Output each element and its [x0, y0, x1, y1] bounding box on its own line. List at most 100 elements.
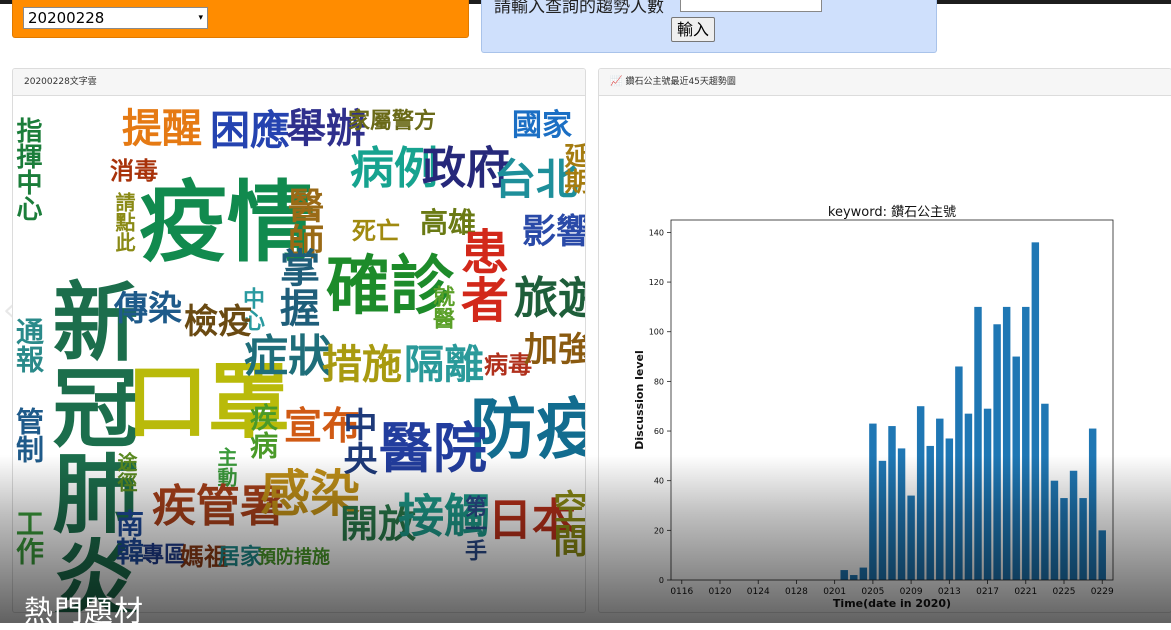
wordcloud-word: 患者: [452, 227, 508, 323]
wordcloud-word: 就醫: [429, 285, 454, 329]
hot-topics-title: 熱門題材: [24, 594, 145, 628]
trend-card: 📈 鑽石公主號最近45天趨勢圖 keyword: 鑽石公主號 0 20 40 60 80 10…: [598, 68, 1171, 613]
chart-bar: [1069, 470, 1078, 580]
keyword-panel: 請輸入查詢的趨勢人數 輸入: [481, 0, 937, 53]
wordcloud-word: 指揮中心: [14, 117, 42, 221]
trend-card-header: 📈 鑽石公主號最近45天趨勢圖: [599, 69, 1171, 96]
y-tick-label: 120: [649, 278, 664, 287]
y-tick-label: 140: [649, 228, 664, 237]
x-tick-label: 0229: [1091, 587, 1114, 597]
wordcloud-word: 傳染: [114, 289, 182, 329]
x-tick-label: 0205: [861, 587, 884, 597]
y-tick-label: 60: [654, 427, 664, 436]
wordcloud-word: 疾病: [246, 403, 279, 459]
chart-bar: [945, 438, 954, 580]
chart-bar: [850, 575, 858, 580]
wordcloud-word: 居家: [218, 545, 263, 570]
date-select-value: 20200228: [28, 9, 105, 27]
chart-bar: [869, 423, 877, 580]
wordcloud-word: 國家: [512, 108, 572, 143]
date-panel: 20200228 ▾: [12, 0, 469, 38]
chart-bar: [1098, 530, 1106, 580]
chart-bar: [1079, 498, 1087, 580]
chart-bar: [1060, 498, 1068, 580]
x-tick-label: 0128: [785, 587, 808, 597]
x-tick-label: 0225: [1053, 587, 1076, 597]
y-tick-label: 80: [654, 377, 664, 386]
trend-card-title: 鑽石公主號最近45天趨勢圖: [625, 77, 736, 87]
wordcloud-word: 困應: [210, 108, 290, 154]
chart-bar: [1050, 480, 1059, 580]
wordcloud-word: 南韓: [112, 509, 145, 565]
wordcloud-word: 第一手: [461, 495, 486, 561]
chart-bar: [964, 413, 973, 580]
chart-bar: [955, 366, 963, 580]
wordcloud-word: 管制: [14, 407, 45, 463]
wordcloud-word: 症狀: [244, 331, 332, 382]
chart-bar: [993, 324, 1001, 580]
chart-bar: [878, 460, 887, 580]
wordcloud-word: 請點此: [112, 192, 136, 252]
wordcloud-word: 死亡: [352, 217, 400, 245]
wordcloud-word: 預防措施: [258, 547, 330, 568]
chart-bar: [897, 448, 906, 580]
chart-bar: [840, 570, 848, 580]
wordcloud-word: 影響: [522, 212, 586, 252]
wordcloud-word: 提醒: [122, 107, 202, 152]
wordcloud-word: 防疫: [470, 391, 585, 468]
x-tick-label: 0217: [976, 587, 999, 597]
wordcloud-word: 檢疫: [184, 302, 252, 342]
wordcloud-word: 工作: [14, 509, 45, 565]
chart-bar: [974, 306, 982, 580]
chart-bar: [1041, 403, 1049, 580]
y-tick-label: 40: [654, 477, 664, 486]
wordcloud-word: 空間: [547, 489, 586, 557]
chart-bar: [916, 406, 925, 580]
chart-bar: [1012, 356, 1020, 580]
submit-button[interactable]: 輸入: [671, 17, 715, 42]
y-tick-label: 0: [659, 576, 664, 585]
date-select[interactable]: 20200228 ▾: [23, 7, 208, 29]
x-tick-label: 0221: [1014, 587, 1037, 597]
trend-chart: keyword: 鑽石公主號 0 20 40 60 80 100 120 140 0116 0120…: [633, 204, 1114, 610]
wordcloud-word: 旅遊: [514, 273, 585, 324]
y-tick-label: 100: [649, 328, 664, 337]
wordcloud-word: 措施: [322, 342, 402, 388]
y-tick-label: 20: [654, 526, 664, 535]
chart-bar: [1031, 242, 1040, 580]
wordcloud-word: 延期: [560, 142, 586, 194]
wordcloud: 新冠肺炎疫情口罩確診防疫醫院病例政府台北提醒困應舉辦家屬警方國家延期指揮中心消毒…: [14, 107, 586, 612]
x-tick-label: 0116: [670, 587, 693, 597]
chart-bar: [936, 418, 944, 580]
y-axis-label: Discussion level: [633, 350, 646, 450]
chart-bar: [926, 445, 934, 580]
wordcloud-word: 掌握: [273, 247, 319, 327]
wordcloud-word: 消毒: [110, 157, 158, 185]
x-tick-label: 0213: [938, 587, 961, 597]
previous-arrow-icon[interactable]: ‹: [3, 296, 15, 326]
x-axis-label: Time(date in 2020): [833, 597, 951, 610]
x-tick-label: 0124: [747, 587, 770, 597]
chart-bar: [983, 408, 992, 580]
wordcloud-word: 隔離: [404, 342, 484, 388]
chart-bar: [859, 567, 868, 580]
wordcloud-card: 20200228文字雲 新冠肺炎疫情口罩確診防疫醫院病例政府台北提醒困應舉辦家屬…: [12, 68, 586, 613]
chart-bar: [1022, 306, 1030, 580]
x-tick-label: 0201: [823, 587, 846, 597]
chart-bar: [907, 495, 915, 580]
x-tick-label: 0209: [900, 587, 923, 597]
wordcloud-word: 途徑: [114, 452, 138, 492]
keyword-prompt: 請輸入查詢的趨勢人數: [494, 0, 664, 17]
chart-title: keyword: 鑽石公主號: [828, 204, 956, 220]
wordcloud-word: 通報: [14, 317, 45, 373]
chart-bar: [1002, 306, 1011, 580]
chart-bar: [1088, 428, 1097, 580]
keyword-input[interactable]: [680, 0, 822, 12]
x-tick-label: 0120: [709, 587, 732, 597]
wordcloud-word: 加強: [524, 330, 586, 370]
wordcloud-card-title: 20200228文字雲: [13, 69, 585, 96]
wordcloud-word: 家屬警方: [348, 109, 437, 134]
chart-bar: [888, 426, 896, 580]
chart-icon: 📈: [610, 76, 623, 87]
wordcloud-word: 醫院: [379, 417, 487, 480]
